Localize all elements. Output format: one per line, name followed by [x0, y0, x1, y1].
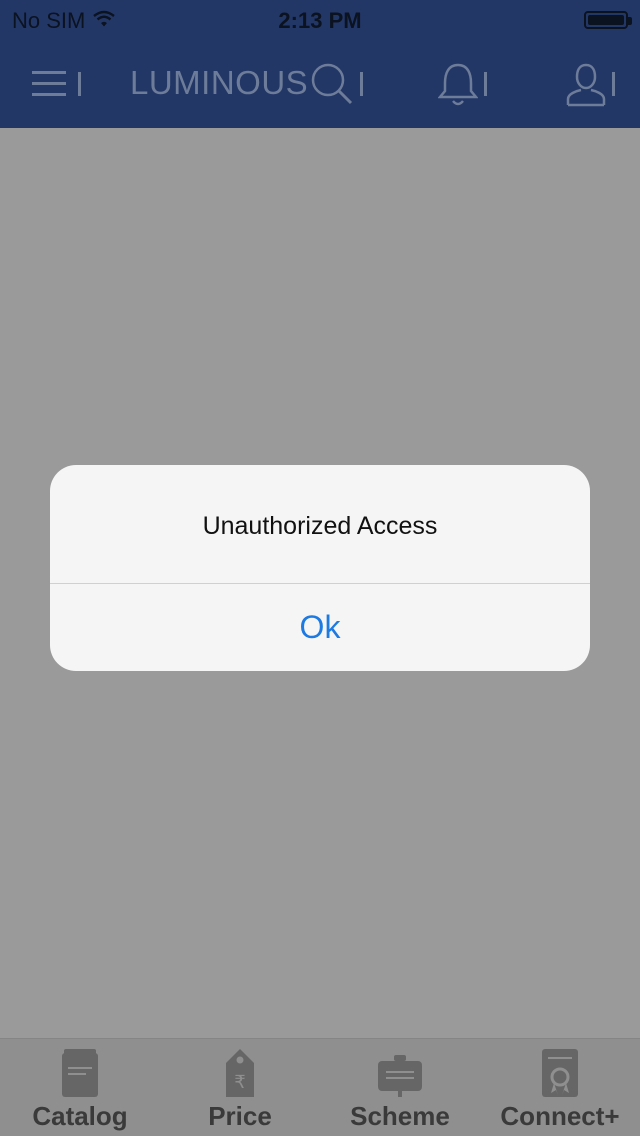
tab-label: Scheme [350, 1101, 450, 1131]
svg-text:₹: ₹ [234, 1072, 245, 1093]
header-divider [360, 72, 363, 96]
scheme-board-icon [376, 1047, 424, 1104]
tab-price[interactable]: ₹ Price [160, 1039, 320, 1136]
alert-dialog: Unauthorized Access Ok [50, 465, 590, 671]
tab-label: Price [208, 1101, 272, 1131]
header-divider [78, 72, 81, 96]
tab-bar: Catalog ₹ Price Scheme Connect+ [0, 1038, 640, 1136]
battery-icon [584, 11, 632, 29]
tab-label: Catalog [32, 1101, 128, 1131]
tab-connect-plus[interactable]: Connect+ [480, 1039, 640, 1136]
hamburger-menu-icon[interactable] [32, 60, 81, 108]
header-divider [484, 72, 487, 96]
app-screen: No SIM 2:13 PM LUMINOUS Unauthorized Acc… [0, 0, 640, 1136]
tab-label: Connect+ [500, 1101, 620, 1131]
brand-title: LUMINOUS [130, 64, 309, 101]
user-profile-icon[interactable] [566, 60, 615, 108]
search-icon[interactable] [310, 60, 363, 108]
price-tag-icon: ₹ [218, 1047, 262, 1104]
ok-button[interactable]: Ok [50, 584, 590, 671]
certificate-icon [538, 1047, 582, 1104]
alert-message: Unauthorized Access [202, 512, 438, 540]
catalog-icon [58, 1047, 102, 1104]
status-bar: No SIM 2:13 PM [0, 0, 640, 40]
tab-scheme[interactable]: Scheme [320, 1039, 480, 1136]
bell-icon[interactable] [438, 60, 487, 108]
tab-catalog[interactable]: Catalog [0, 1039, 160, 1136]
header-divider [612, 72, 615, 96]
app-header: LUMINOUS [0, 40, 640, 128]
status-time: 2:13 PM [278, 8, 362, 33]
